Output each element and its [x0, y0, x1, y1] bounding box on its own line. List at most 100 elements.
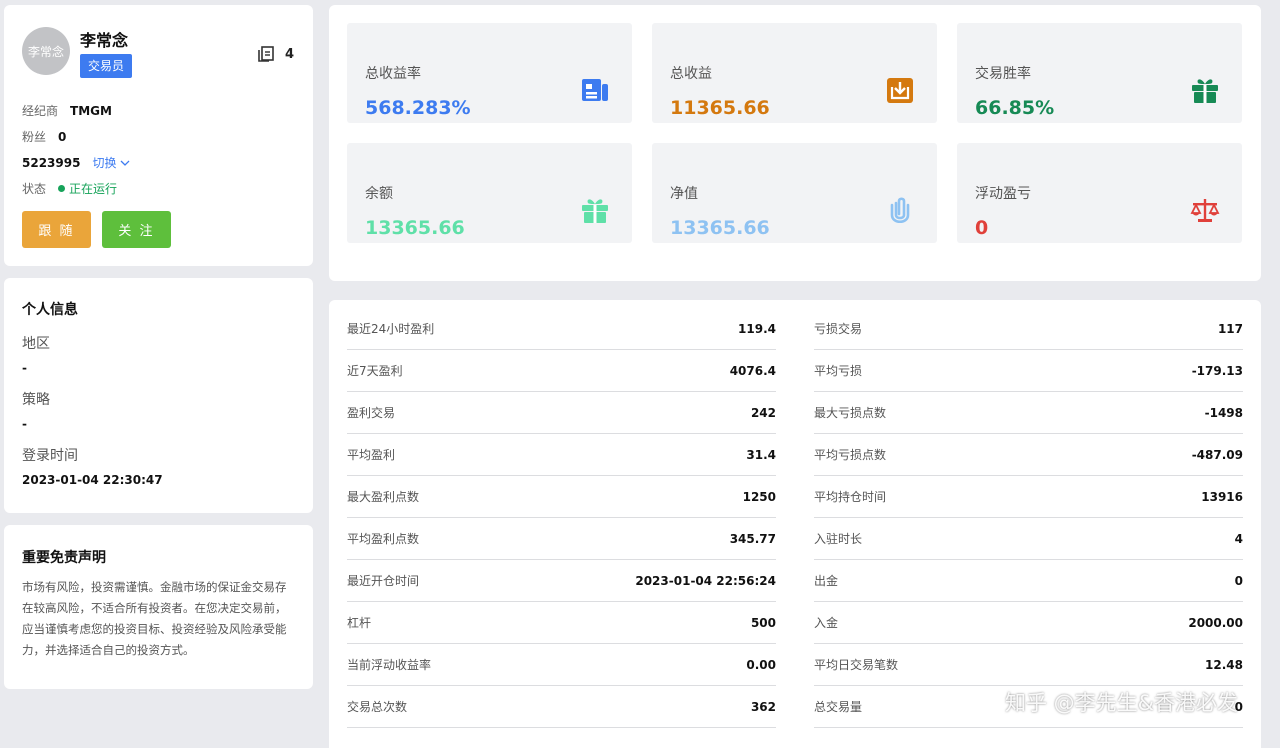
profile-card: 李常念 李常念 交易员 4 经纪商 TMGM 粉丝 0 5223995 切换 状… — [4, 5, 313, 266]
disclaimer-text: 市场有风险，投资需谨慎。金融市场的保证金交易存在较高风险，不适合所有投资者。在您… — [22, 580, 287, 657]
row-value: -1498 — [1204, 405, 1243, 420]
strategy-value: - — [22, 417, 27, 431]
row-value: 117 — [1217, 321, 1243, 336]
region-label: 地区 — [22, 336, 50, 352]
fans-row: 粉丝 0 — [22, 128, 66, 145]
watch-button[interactable]: 关 注 — [102, 211, 171, 248]
download-box-icon — [887, 78, 913, 103]
stat-value: 0 — [975, 217, 989, 239]
status-row: 状态 正在运行 — [22, 180, 117, 197]
personal-info-title: 个人信息 — [22, 302, 78, 318]
row-value: 4 — [1234, 531, 1243, 546]
trader-name: 李常念 — [80, 31, 129, 50]
watermark: 知乎 @李先生&香港必发 — [1005, 691, 1239, 715]
strategy-label: 策略 — [22, 392, 50, 408]
row-value: 0.00 — [746, 657, 776, 672]
details-panel: 最近24小时盈利 119.4 近7天盈利 4076.4 盈利交易 242 平均盈利 31… — [329, 300, 1261, 748]
stat-label: 总收益 — [670, 66, 712, 82]
broker-row: 经纪商 TMGM — [22, 102, 112, 119]
row-label: 最近开仓时间 — [347, 574, 420, 588]
news-icon — [582, 79, 608, 101]
row-value: 362 — [750, 699, 776, 714]
switch-label: 切换 — [92, 156, 117, 170]
avatar[interactable]: 李常念 — [22, 27, 70, 75]
table-row: 平均盈利点数 345.77 — [347, 518, 776, 560]
row-value: -179.13 — [1191, 363, 1243, 378]
stat-equity: 净值 13365.66 — [652, 143, 937, 243]
table-row: 交易总次数 362 — [347, 686, 776, 728]
status-value: 正在运行 — [69, 182, 118, 196]
table-row: 平均持仓时间 13916 — [814, 476, 1243, 518]
copy-icon — [258, 46, 274, 62]
row-label: 出金 — [814, 574, 839, 588]
fans-label: 粉丝 — [22, 130, 47, 144]
row-value: 119.4 — [738, 321, 776, 336]
table-row: 最大盈利点数 1250 — [347, 476, 776, 518]
row-label: 当前浮动收益率 — [347, 658, 432, 672]
details-right-column: 亏损交易 117 平均亏损 -179.13 最大亏损点数 -1498 平均亏损点数 -4… — [814, 308, 1243, 728]
row-label: 平均盈利点数 — [347, 532, 420, 546]
stat-total-profit: 总收益 11365.66 — [652, 23, 937, 123]
row-label: 最大亏损点数 — [814, 406, 887, 420]
broker-label: 经纪商 — [22, 104, 59, 118]
chevron-down-icon — [121, 160, 130, 166]
table-row: 入金 2000.00 — [814, 602, 1243, 644]
status-dot-icon — [58, 185, 66, 192]
row-value: 4076.4 — [729, 363, 776, 378]
stat-label: 浮动盈亏 — [975, 186, 1031, 202]
row-label: 入驻时长 — [814, 532, 863, 546]
stat-label: 净值 — [670, 186, 698, 202]
table-row: 入驻时长 4 — [814, 518, 1243, 560]
row-value: 345.77 — [729, 531, 776, 546]
row-label: 平均持仓时间 — [814, 490, 887, 504]
role-badge: 交易员 — [80, 54, 133, 78]
stat-value: 13365.66 — [365, 217, 465, 239]
table-row: 当前浮动收益率 0.00 — [347, 644, 776, 686]
login-time-value: 2023-01-04 22:30:47 — [22, 473, 163, 487]
row-value: -487.09 — [1191, 447, 1243, 462]
follow-button[interactable]: 跟 随 — [22, 211, 91, 248]
row-label: 亏损交易 — [814, 322, 863, 336]
row-label: 杠杆 — [347, 616, 372, 630]
row-value: 242 — [750, 405, 776, 420]
account-row: 5223995 切换 — [22, 154, 130, 171]
broker-value: TMGM — [70, 103, 112, 118]
paperclip-icon — [890, 197, 910, 224]
stat-value: 568.283% — [365, 97, 471, 119]
row-label: 平均亏损点数 — [814, 448, 887, 462]
gift-icon — [1192, 79, 1218, 103]
row-label: 交易总次数 — [347, 700, 408, 714]
row-label: 最大盈利点数 — [347, 490, 420, 504]
table-row: 最近24小时盈利 119.4 — [347, 308, 776, 350]
switch-account-button[interactable]: 切换 — [92, 154, 130, 171]
table-row: 平均亏损点数 -487.09 — [814, 434, 1243, 476]
stat-label: 交易胜率 — [975, 66, 1031, 82]
stats-panel: 总收益率 568.283% 总收益 11365.66 交易胜率 66.85% 余… — [329, 5, 1261, 281]
row-label: 最近24小时盈利 — [347, 322, 435, 336]
copy-count-value: 4 — [285, 46, 295, 62]
stat-value: 11365.66 — [670, 97, 770, 119]
login-time-label: 登录时间 — [22, 448, 78, 464]
table-row: 杠杆 500 — [347, 602, 776, 644]
disclaimer-title: 重要免责声明 — [22, 550, 106, 566]
stat-value: 66.85% — [975, 97, 1055, 119]
row-value: 1250 — [742, 489, 776, 504]
row-label: 平均亏损 — [814, 364, 863, 378]
table-row: 最近开仓时间 2023-01-04 22:56:24 — [347, 560, 776, 602]
row-label: 平均盈利 — [347, 448, 396, 462]
scale-icon — [1190, 199, 1220, 222]
stat-total-return-rate: 总收益率 568.283% — [347, 23, 632, 123]
row-value: 31.4 — [746, 447, 776, 462]
row-value: 2000.00 — [1188, 615, 1243, 630]
copy-count: 4 — [257, 45, 294, 63]
row-label: 平均日交易笔数 — [814, 658, 899, 672]
table-row: 出金 0 — [814, 560, 1243, 602]
gift-icon — [582, 199, 608, 223]
status-badge: 正在运行 — [58, 180, 117, 197]
row-label: 入金 — [814, 616, 839, 630]
stat-win-rate: 交易胜率 66.85% — [957, 23, 1242, 123]
table-row: 亏损交易 117 — [814, 308, 1243, 350]
stat-value: 13365.66 — [670, 217, 770, 239]
stat-balance: 余额 13365.66 — [347, 143, 632, 243]
row-value: 500 — [750, 615, 776, 630]
